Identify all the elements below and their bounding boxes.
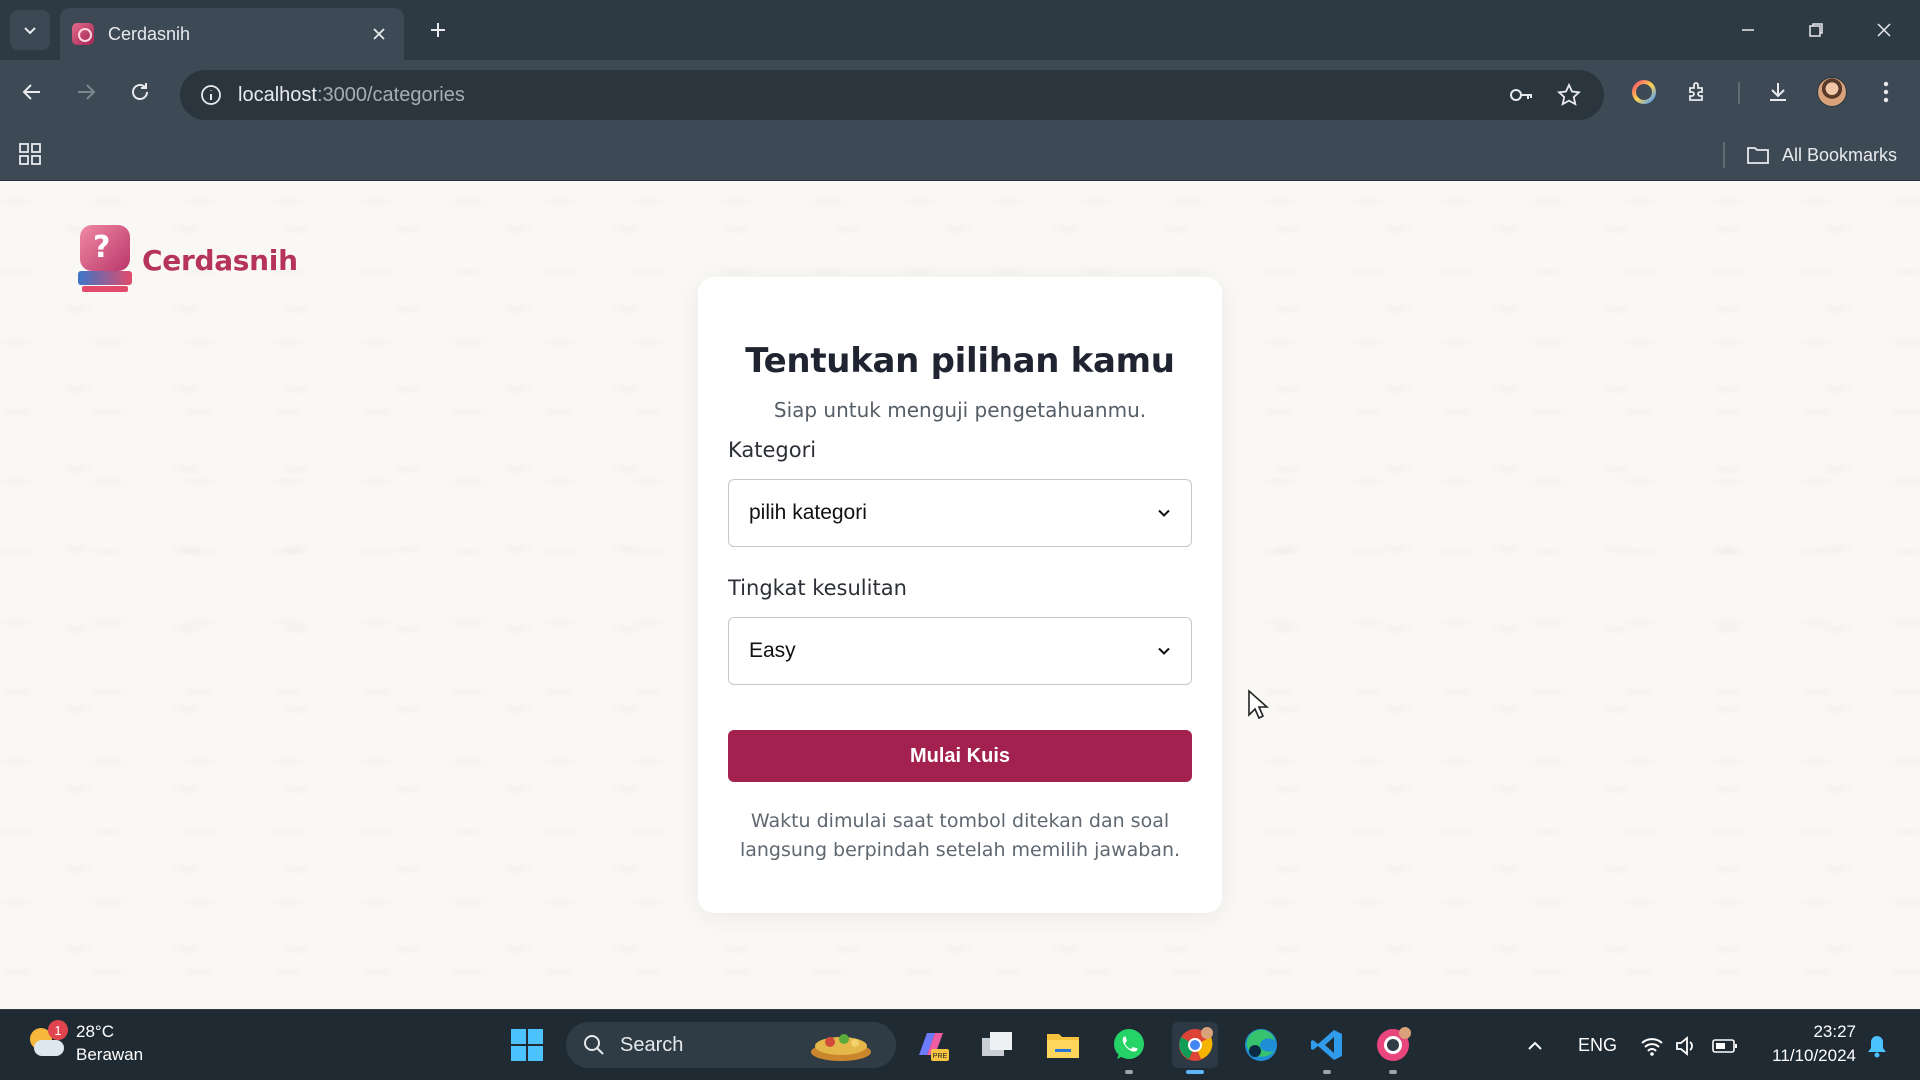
edge-icon [1245,1029,1277,1061]
forward-button[interactable] [66,72,106,112]
site-info-icon[interactable] [196,80,226,110]
start-button[interactable] [504,1022,550,1068]
search-icon [584,1035,604,1055]
site-logo[interactable]: ? Cerdasnih [78,225,298,295]
vscode-icon [1311,1030,1342,1060]
weather-cloud-sun-icon: 1 [26,1020,68,1062]
notification-bell-icon[interactable] [1866,1010,1888,1080]
restore-icon [1809,23,1823,37]
minimize-button[interactable] [1724,10,1772,50]
quiz-setup-card: Tentukan pilihan kamu Siap untuk menguji… [698,277,1222,913]
task-view-app[interactable] [974,1022,1020,1068]
profile-avatar[interactable] [1812,72,1852,112]
site-favicon-icon [72,23,94,45]
reload-button[interactable] [120,72,160,112]
search-label: Search [620,1033,684,1056]
chevron-down-icon [24,27,36,35]
start-quiz-button[interactable]: Mulai Kuis [728,730,1192,782]
clock-date: 11/10/2024 [1772,1046,1856,1065]
chevron-down-icon [1158,647,1170,655]
page-title: Tentukan pilihan kamu [745,341,1175,381]
password-key-icon[interactable] [1506,80,1536,110]
tab-close-button[interactable] [366,21,392,47]
weather-desc: Berawan [76,1045,144,1064]
bookmarks-divider [1723,142,1725,168]
extensions-puzzle-icon[interactable] [1678,72,1718,112]
task-view-icon [982,1032,1012,1056]
volume-icon[interactable] [1674,1010,1698,1080]
color-extension-icon[interactable] [1624,72,1664,112]
more-vertical-icon [1883,81,1889,103]
weather-temp: 28°C [76,1022,114,1041]
chevron-up-icon [1528,1041,1542,1050]
toolbar-divider [1738,82,1740,104]
quiz-note: Waktu dimulai saat tombol ditekan dan so… [739,810,1181,861]
system-clock[interactable]: 23:27 11/10/2024 [1760,1020,1856,1068]
category-select[interactable]: pilih kategori [728,479,1192,547]
vscode-app[interactable] [1304,1022,1350,1074]
category-select-value: pilih kategori [749,501,867,524]
arrow-left-icon [22,84,40,100]
folder-icon [1747,147,1769,164]
windows-taskbar: 1 28°C Berawan Search PRE ENG 23:27 11/1… [0,1009,1920,1080]
category-label: Kategori [728,438,817,462]
chrome-icon [1179,1027,1213,1061]
wifi-icon[interactable] [1640,1010,1664,1080]
reload-icon [132,83,148,100]
file-explorer-app[interactable] [1040,1022,1086,1068]
chevron-down-icon [1158,509,1170,517]
browser-tab-bar: Cerdasnih [0,0,1920,60]
download-icon[interactable] [1758,72,1798,112]
chrome-profile-icon [1377,1027,1411,1061]
back-button[interactable] [12,72,52,112]
url-text: localhost:3000/categories [238,83,465,106]
copilot-app[interactable]: PRE [908,1022,954,1068]
folder-icon [1047,1034,1079,1058]
difficulty-label: Tingkat kesulitan [728,576,907,600]
avatar [1817,77,1847,107]
difficulty-select-value: Easy [749,639,796,662]
restore-button[interactable] [1792,10,1840,50]
all-bookmarks-button[interactable]: All Bookmarks [1746,140,1897,170]
plus-icon [431,23,445,37]
arrow-right-icon [78,84,96,100]
tab-title: Cerdasnih [108,23,191,44]
bookmark-star-icon[interactable] [1554,80,1584,110]
language-indicator[interactable]: ENG [1578,1010,1617,1080]
address-bar[interactable]: localhost:3000/categories [180,70,1604,120]
taskbar-search[interactable]: Search [566,1022,896,1068]
page-content: ? Cerdasnih Tentukan pilihan kamu Siap u… [0,181,1920,1009]
close-window-button[interactable] [1860,10,1908,50]
brain-book-logo-icon: ? [78,225,132,295]
weather-badge: 1 [48,1020,68,1040]
search-highlight-food-icon [811,1034,871,1061]
page-subtitle: Siap untuk menguji pengetahuanmu. [773,398,1147,422]
close-icon [373,28,385,40]
chrome-app[interactable] [1172,1022,1218,1074]
difficulty-select[interactable]: Easy [728,617,1192,685]
close-icon [1877,23,1891,37]
windows-start-icon [511,1029,543,1061]
minimize-icon [1742,29,1754,31]
whatsapp-icon [1114,1029,1144,1059]
logo-text: Cerdasnih [142,243,298,277]
battery-icon[interactable] [1712,1010,1738,1080]
whatsapp-app[interactable] [1106,1022,1152,1074]
weather-widget[interactable]: 1 28°C Berawan [26,1020,143,1066]
apps-grid-icon[interactable] [14,138,46,170]
bookmarks-bar: All Bookmarks [0,128,1920,181]
copilot-icon: PRE [919,1033,949,1061]
chrome-profile-app[interactable] [1370,1022,1416,1074]
new-tab-button[interactable] [420,12,456,48]
edge-app[interactable] [1238,1022,1284,1068]
tab-search-button[interactable] [10,10,50,50]
active-tab[interactable]: Cerdasnih [60,8,404,60]
mouse-cursor-icon [1248,689,1269,720]
all-bookmarks-label: All Bookmarks [1782,144,1898,165]
svg-text:PRE: PRE [933,1053,948,1060]
show-hidden-icons[interactable] [1526,1010,1544,1080]
clock-time: 23:27 [1813,1022,1856,1041]
menu-button[interactable] [1866,72,1906,112]
